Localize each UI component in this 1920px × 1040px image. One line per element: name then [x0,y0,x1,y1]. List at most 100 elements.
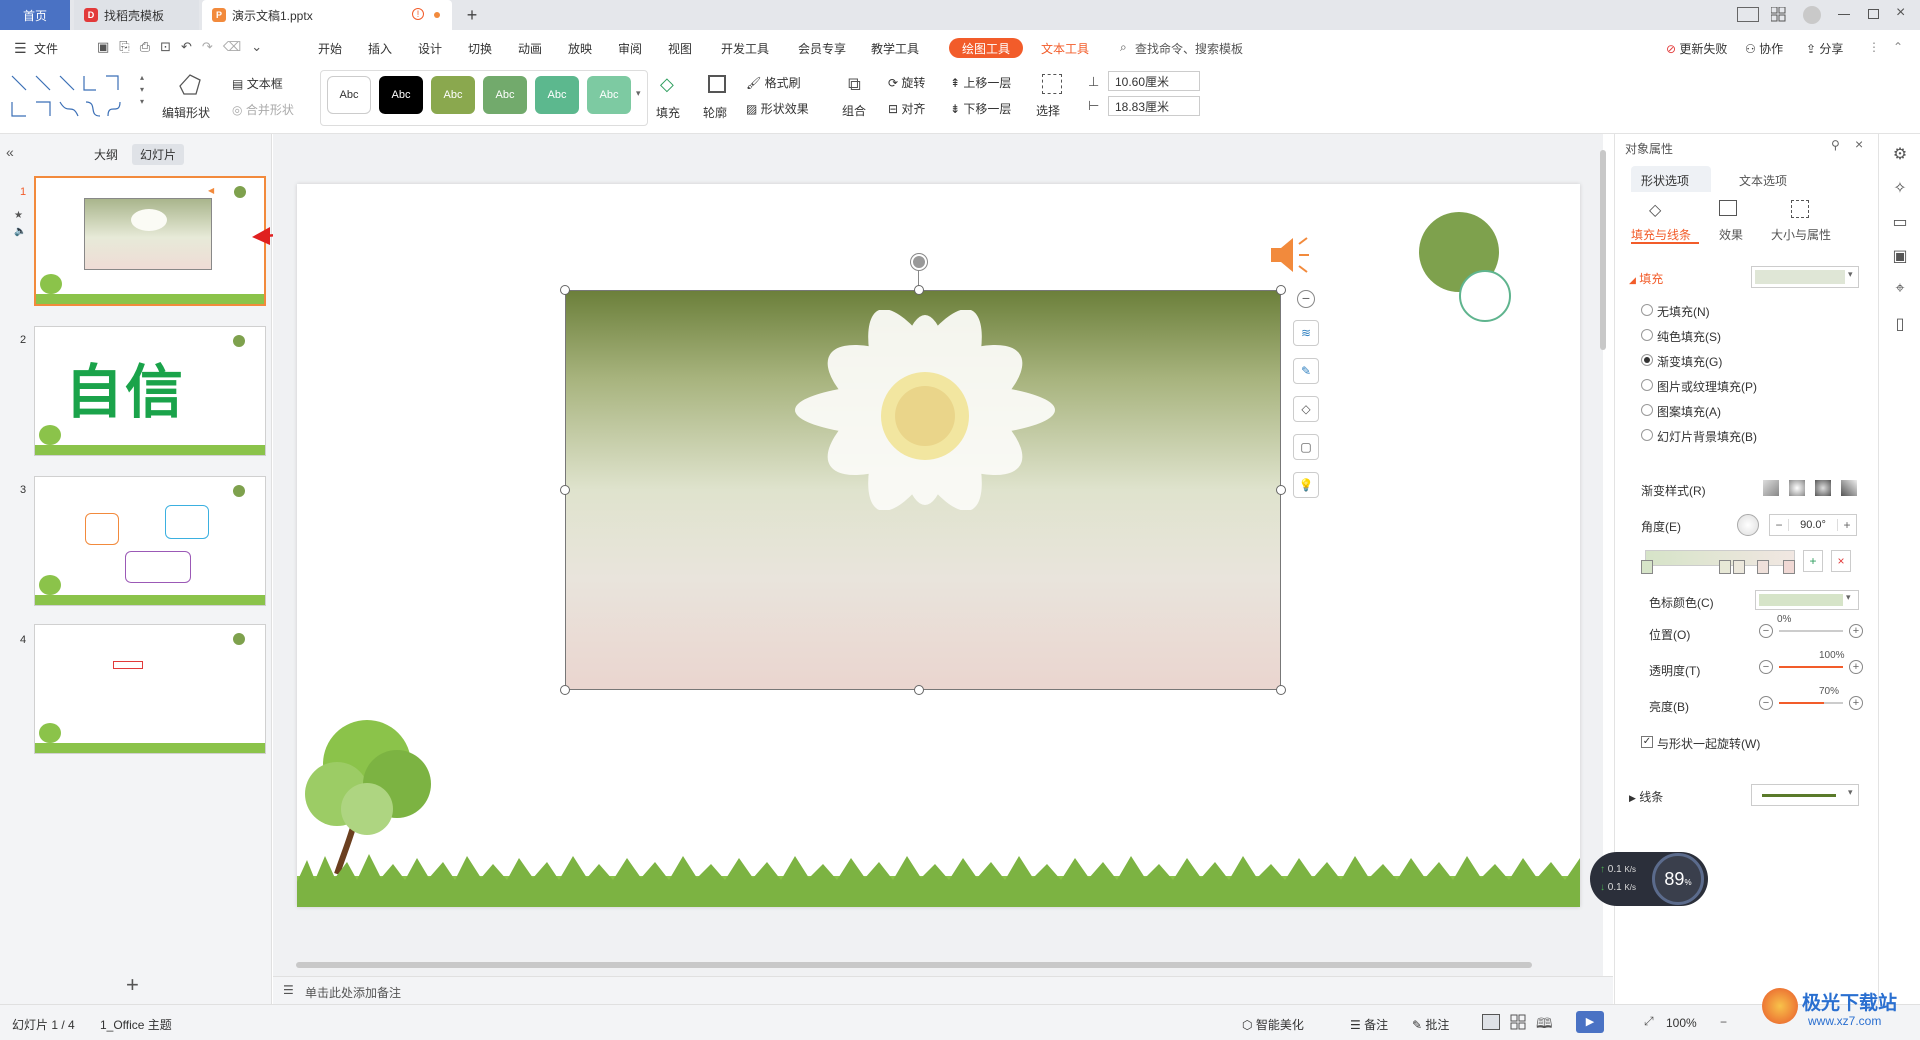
menu-review[interactable]: 审阅 [618,40,642,57]
book-icon[interactable]: ▯ [1889,314,1911,336]
resize-handle-br[interactable] [1276,685,1286,695]
resize-handle-tl[interactable] [560,285,570,295]
subtab-fill-line[interactable]: 填充与线条 [1631,226,1691,243]
collapse-panel-icon[interactable]: « [6,144,14,160]
rotate-button[interactable]: ⟳ 旋转 [888,74,925,91]
tab-document[interactable]: P 演示文稿1.pptx ! [202,0,452,30]
fill-color-dropdown[interactable]: ▾ [1751,266,1859,288]
vertical-scroll-thumb[interactable] [1600,150,1606,350]
tab-shape-options[interactable]: 形状选项 [1631,166,1711,192]
save-icon[interactable]: ▣ [97,39,109,55]
grid-view-icon[interactable] [1510,1014,1526,1030]
style-preset-5[interactable]: Abc [535,76,579,114]
rotate-handle[interactable] [911,254,927,270]
gradient-path-icon[interactable] [1841,480,1857,496]
gradient-stop-4[interactable] [1757,560,1769,574]
vertical-scrollbar[interactable] [1598,140,1608,960]
send-backward-button[interactable]: ⇟ 下移一层 [950,100,1011,117]
tab-template[interactable]: D 找稻壳模板 [74,0,199,30]
resize-handle-ml[interactable] [560,485,570,495]
animation-icon[interactable]: ✧ [1889,178,1911,200]
angle-dial[interactable] [1737,514,1759,536]
collaborate-button[interactable]: ⚇ 协作 [1745,40,1783,57]
avatar[interactable] [1803,6,1821,24]
slide-thumbnail-3[interactable] [34,476,266,606]
hamburger-icon[interactable]: ☰ [14,40,27,57]
radio-background-fill[interactable] [1641,429,1653,441]
new-tab-button[interactable]: + [462,0,482,30]
align-button[interactable]: ⊟ 对齐 [888,100,925,117]
slide-thumbnail-4[interactable] [34,624,266,754]
notes-button[interactable]: ☰ 备注 [1350,1016,1388,1033]
tab-drawing-tools[interactable]: 绘图工具 [949,38,1023,58]
style-preset-4[interactable]: Abc [483,76,527,114]
fill-bucket-icon[interactable]: ◇ [1293,396,1319,422]
height-input[interactable]: 10.60厘米 [1108,71,1200,91]
minimize-icon[interactable] [1838,14,1850,15]
style-preset-2[interactable]: Abc [379,76,423,114]
slide-thumbnail-2[interactable]: 自信 [34,326,266,456]
pin-icon[interactable]: ⚲ [1831,138,1840,152]
transition-icon[interactable]: ▭ [1889,212,1911,234]
zoom-level[interactable]: 100% [1666,1016,1697,1030]
comments-button[interactable]: ✎ 批注 [1412,1016,1449,1033]
undo-icon[interactable]: ↶ [181,39,192,55]
resize-handle-bl[interactable] [560,685,570,695]
stop-color-dropdown[interactable]: ▾ [1755,590,1859,610]
transparency-slider[interactable] [1779,666,1843,668]
angle-value[interactable]: 90.0° [1788,519,1838,531]
resize-handle-mr[interactable] [1276,485,1286,495]
file-menu[interactable]: 文件 [34,40,58,57]
normal-view-icon[interactable] [1482,1014,1500,1030]
brightness-decrement-icon[interactable]: − [1759,696,1773,710]
outline-circle[interactable] [1459,270,1511,322]
pen-icon[interactable]: ✎ [1293,358,1319,384]
outline-button[interactable]: 轮廓 [703,104,727,121]
more-options-icon[interactable]: ⋮ [1868,40,1880,54]
increment-icon[interactable]: + [1838,518,1856,532]
style-more-icon[interactable]: ▾ [636,88,641,99]
command-search[interactable]: 查找命令、搜索模板 [1135,40,1243,57]
line-color-dropdown[interactable]: ▾ [1751,784,1859,806]
position-decrement-icon[interactable]: − [1759,624,1773,638]
gradient-rect-icon[interactable] [1815,480,1831,496]
tab-text-options[interactable]: 文本选项 [1739,172,1787,189]
menu-teaching[interactable]: 教学工具 [871,40,919,57]
gradient-stop-1[interactable] [1641,560,1653,574]
layout-icon[interactable] [1737,7,1759,22]
menu-view[interactable]: 视图 [668,40,692,57]
properties-icon[interactable]: ⚙ [1889,144,1911,166]
subtab-size[interactable]: 大小与属性 [1771,226,1831,243]
tab-slides[interactable]: 幻灯片 [132,144,185,165]
network-speed-widget[interactable]: ↑ 0.1 K/s ↓ 0.1 K/s 89 % [1590,852,1708,906]
rotate-with-shape-checkbox[interactable]: ✓ [1641,736,1653,748]
notes-bar[interactable]: ☰ 单击此处添加备注 [273,976,1613,1004]
horizontal-scrollbar[interactable] [296,960,1586,970]
add-stop-icon[interactable]: + [1803,550,1823,572]
menu-insert[interactable]: 插入 [368,40,392,57]
resize-handle-tc[interactable] [914,285,924,295]
preview-icon[interactable]: ⊡ [160,39,171,55]
gradient-stop-2[interactable] [1719,560,1731,574]
style-preset-3[interactable]: Abc [431,76,475,114]
section-line-header[interactable]: ▶ 线条 [1629,788,1663,805]
warning-icon[interactable]: ! [412,8,424,20]
radio-pattern-fill[interactable] [1641,404,1653,416]
slide-thumbnail-1[interactable]: ◀ [34,176,266,306]
textbox-button[interactable]: ▤ 文本框 [232,75,283,92]
shape-effect-button[interactable]: ▨ 形状效果 [746,100,809,117]
fill-button[interactable]: 填充 [656,104,680,121]
brightness-increment-icon[interactable]: + [1849,696,1863,710]
speaker-icon[interactable] [1267,234,1315,276]
transparency-increment-icon[interactable]: + [1849,660,1863,674]
layers-icon[interactable]: ≋ [1293,320,1319,346]
transparency-decrement-icon[interactable]: − [1759,660,1773,674]
close-icon[interactable]: × [1896,4,1905,22]
menu-slideshow[interactable]: 放映 [568,40,592,57]
horizontal-scroll-thumb[interactable] [296,962,1532,968]
brightness-slider[interactable] [1779,702,1843,704]
maximize-icon[interactable] [1868,9,1879,19]
resize-handle-tr[interactable] [1276,285,1286,295]
width-input[interactable]: 18.83厘米 [1108,96,1200,116]
tab-outline[interactable]: 大纲 [94,146,118,163]
